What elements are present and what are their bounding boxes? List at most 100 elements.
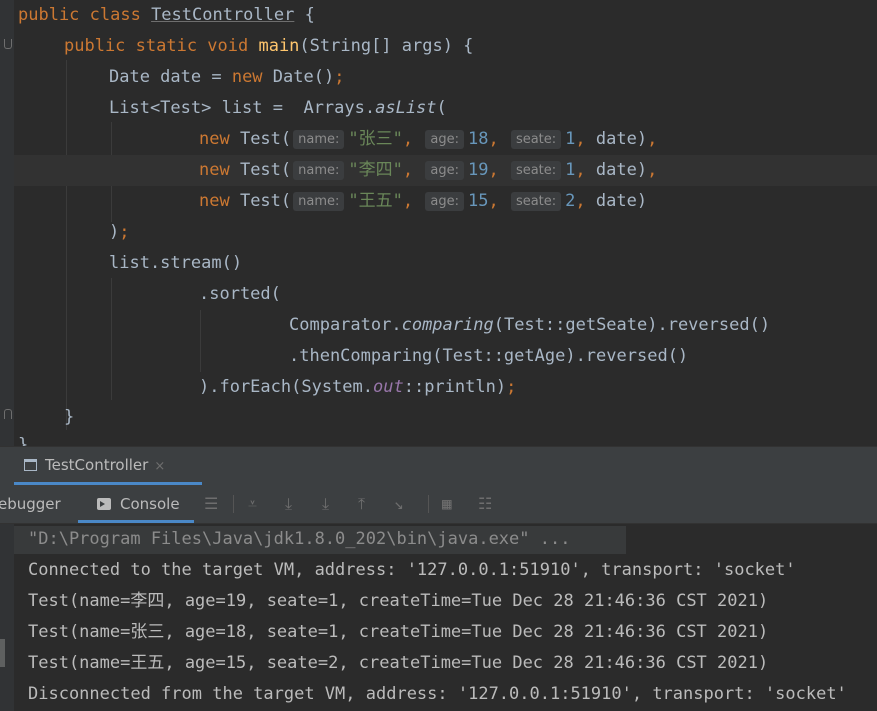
code-text: ) — [109, 222, 120, 242]
code-text: .sorted( — [199, 284, 281, 304]
keyword: public static void — [64, 36, 259, 56]
static-method: comparing — [401, 315, 494, 335]
fold-marker-icon[interactable] — [4, 39, 12, 49]
comma: , — [647, 129, 658, 149]
console-gutter — [0, 524, 14, 711]
console-line[interactable]: Test(name=王五, age=15, seate=2, createTim… — [28, 648, 768, 679]
code-text: ::println) — [403, 377, 507, 397]
param-hint: seate: — [510, 130, 562, 149]
class-name: TestController — [151, 5, 295, 25]
code-text: Test( — [229, 191, 292, 211]
tab-debugger[interactable]: ebugger — [0, 485, 61, 523]
code-text: ).forEach(System. — [199, 377, 373, 397]
evaluate-expression-icon[interactable]: ▦ — [442, 485, 452, 523]
code-text: (Test::getSeate).reversed() — [493, 315, 771, 335]
keyword: public class — [18, 5, 152, 25]
keyword: new — [199, 129, 230, 149]
param-hint: age: — [425, 192, 464, 211]
comma: , — [488, 160, 509, 180]
keyword: new — [199, 191, 230, 211]
keyword: new — [199, 160, 230, 180]
string-literal: "王五" — [348, 191, 403, 211]
code-line-test-3[interactable]: new Test(name: "王五", age: 15, seate: 2, dat… — [199, 186, 647, 217]
code-text: Date() — [262, 67, 335, 87]
tab-console[interactable]: Console — [97, 485, 180, 523]
code-line-test-1[interactable]: new Test(name: "张三", age: 18, seate: 1, dat… — [199, 124, 657, 155]
code-line-sorted[interactable]: .sorted( — [199, 279, 281, 310]
code-text: Date date = — [109, 67, 232, 87]
param-hint: name: — [293, 161, 345, 180]
editor-gutter — [0, 0, 14, 446]
code-text: List<Test> list = Arrays. — [109, 98, 376, 118]
param-hint: name: — [293, 192, 345, 211]
code-line-list[interactable]: List<Test> list = Arrays.asList( — [109, 93, 447, 124]
comma: , — [488, 191, 509, 211]
code-line-test-2[interactable]: new Test(name: "李四", age: 19, seate: 1, dat… — [14, 155, 877, 186]
console-output[interactable]: "D:\Program Files\Java\jdk1.8.0_202\bin\… — [0, 524, 877, 711]
code-text: date) — [595, 191, 648, 211]
code-line-main[interactable]: public static void main(String[] args) { — [64, 31, 473, 62]
code-line-then-comparing[interactable]: .thenComparing(Test::getAge).reversed() — [289, 341, 688, 372]
code-text: ( — [436, 98, 447, 118]
code-line-close-brace[interactable]: } — [64, 402, 74, 433]
console-line[interactable]: Disconnected from the target VM, address… — [28, 679, 847, 710]
param-hint: seate: — [510, 161, 562, 180]
code-text: (String[] args) { — [299, 36, 474, 56]
code-line-last-brace[interactable]: } — [18, 430, 28, 446]
static-field: out — [373, 377, 404, 397]
keyword: new — [231, 67, 263, 87]
console-tab-label: Console — [120, 495, 180, 513]
console-line[interactable]: Connected to the target VM, address: '12… — [28, 555, 796, 586]
code-line-comparator[interactable]: Comparator.comparing(Test::getSeate).rev… — [289, 310, 770, 341]
param-hint: age: — [425, 161, 464, 180]
active-tab-indicator — [78, 520, 194, 523]
debug-toolbar: ebugger Console ☰ ⩡ ⤓ ⤓ ⤒ ↘ ▦ ☷ — [0, 485, 877, 524]
trace-icon[interactable]: ☷ — [478, 485, 492, 523]
fold-marker-icon[interactable] — [4, 409, 12, 419]
menu-icon[interactable]: ☰ — [204, 485, 218, 523]
step-over-icon[interactable]: ⤓ — [285, 485, 292, 523]
code-line-date[interactable]: Date date = new Date(); — [109, 62, 344, 93]
string-literal: "李四" — [348, 160, 403, 180]
code-text: Comparator. — [289, 315, 402, 335]
indent-guide — [66, 60, 67, 430]
number-literal: 2 — [565, 191, 576, 211]
toolbar-divider — [428, 495, 429, 513]
console-line[interactable]: Test(name=李四, age=19, seate=1, createTim… — [28, 586, 768, 617]
step-into-icon[interactable]: ⤓ — [322, 485, 329, 523]
console-line[interactable]: Test(name=张三, age=18, seate=1, createTim… — [28, 617, 768, 648]
code-line-class[interactable]: public class TestController { — [18, 0, 315, 31]
comma: , — [575, 160, 596, 180]
code-line-foreach[interactable]: ).forEach(System.out::println); — [199, 372, 516, 403]
comma: , — [402, 160, 424, 180]
number-literal: 18 — [467, 129, 489, 149]
run-tab-label: TestController — [45, 456, 149, 474]
comma: , — [402, 191, 424, 211]
number-literal: 1 — [565, 129, 576, 149]
toolbar-divider — [233, 495, 234, 513]
method-name: main — [258, 36, 300, 56]
run-config-icon — [24, 459, 37, 471]
semicolon: ; — [119, 222, 130, 242]
run-to-cursor-icon[interactable]: ↘ — [394, 485, 404, 523]
close-icon[interactable]: × — [154, 459, 165, 474]
static-method: asList — [375, 98, 437, 118]
code-text: date) — [595, 129, 648, 149]
step-out-icon[interactable]: ⤒ — [358, 485, 365, 523]
code-text: } — [64, 407, 75, 427]
run-tab-testcontroller[interactable]: TestController × — [24, 447, 165, 483]
show-execution-point-icon[interactable]: ⩡ — [248, 485, 257, 523]
code-text: { — [294, 5, 315, 25]
number-literal: 1 — [565, 160, 576, 180]
semicolon: ; — [334, 67, 345, 87]
code-text: list.stream() — [109, 253, 243, 273]
number-literal: 19 — [467, 160, 489, 180]
code-line-stream[interactable]: list.stream() — [109, 248, 242, 279]
comma: , — [575, 191, 596, 211]
code-line-close-list[interactable]: ); — [109, 217, 130, 248]
code-editor[interactable]: public class TestController { public sta… — [0, 0, 877, 446]
indent-guide — [200, 310, 201, 372]
gutter-marker — [0, 639, 5, 667]
console-line[interactable]: "D:\Program Files\Java\jdk1.8.0_202\bin\… — [28, 524, 570, 555]
code-text: } — [18, 435, 29, 446]
